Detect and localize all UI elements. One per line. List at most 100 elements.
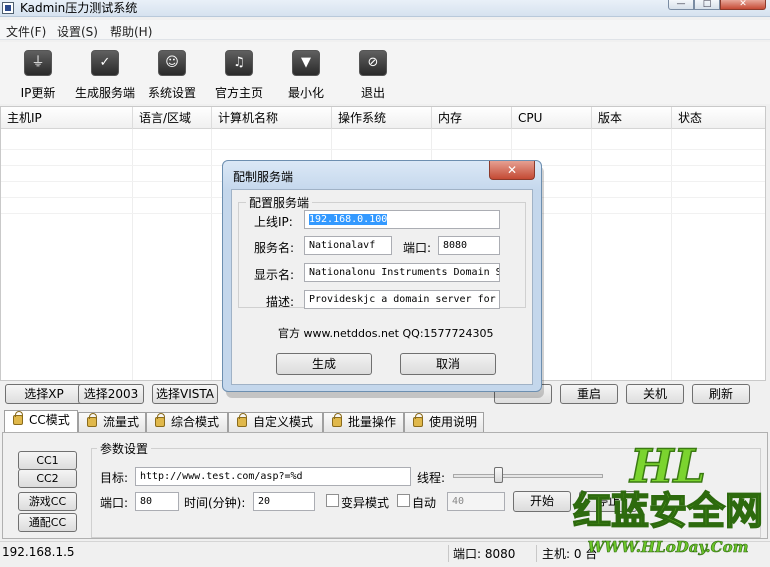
column-host-ip[interactable]: 主机IP [1, 107, 133, 129]
config-group-caption: 配置服务端 [246, 194, 313, 211]
list-header: 主机IP 语言/区域 计算机名称 操作系统 内存 CPU 版本 状态 [1, 107, 765, 129]
shutdown-button[interactable]: 关机 [626, 384, 684, 404]
column-cpu[interactable]: CPU [512, 107, 592, 129]
grid-line [671, 129, 672, 380]
display-label: 显示名: [254, 268, 295, 282]
auto-label: 自动 [412, 496, 437, 510]
menu-settings[interactable]: 设置(S) [57, 23, 98, 40]
target-input[interactable]: http://www.test.com/asp?=%d [135, 467, 411, 486]
tool-label: 系统设置 [147, 86, 196, 100]
tab-label: CC模式 [29, 413, 70, 427]
port-input[interactable]: 8080 [438, 236, 500, 255]
slider-thumb[interactable] [494, 467, 503, 483]
tool-label: 生成服务端 [74, 86, 135, 100]
ip-input[interactable]: 192.168.0.100 [304, 210, 500, 229]
tab-batch[interactable]: 批量操作 [323, 412, 404, 433]
tab-label: 自定义模式 [253, 415, 314, 429]
cc1-button[interactable]: CC1 [18, 451, 77, 470]
column-os[interactable]: 操作系统 [332, 107, 432, 129]
service-label: 服务名: [254, 241, 295, 255]
mutate-checkbox[interactable] [326, 494, 339, 507]
select-xp-button[interactable]: 选择XP [5, 384, 83, 404]
lock-icon [413, 413, 423, 427]
gear-face-icon: ☺ [158, 50, 186, 76]
grid-line [211, 129, 212, 380]
minimize-tool-button[interactable]: ▼ 最小化 [271, 48, 341, 102]
restart-button[interactable]: 重启 [560, 384, 618, 404]
mutate-label: 变异模式 [341, 496, 390, 510]
threads-label: 线程: [417, 471, 446, 485]
service-name-input[interactable]: Nationalavf [304, 236, 392, 255]
column-memory[interactable]: 内存 [432, 107, 512, 129]
tab-label: 综合模式 [171, 415, 220, 429]
menu-file[interactable]: 文件(F) [6, 23, 46, 40]
game-cc-button[interactable]: 游戏CC [18, 492, 77, 511]
cancel-button[interactable]: 取消 [400, 353, 496, 375]
tool-label: IP更新 [20, 86, 56, 100]
tool-label: 官方主页 [214, 86, 263, 100]
close-button[interactable]: ✕ [720, 0, 766, 10]
dialog-title: 配制服务端 [233, 170, 294, 184]
column-computer-name[interactable]: 计算机名称 [212, 107, 332, 129]
tab-help[interactable]: 使用说明 [404, 412, 484, 433]
column-language[interactable]: 语言/区域 [133, 107, 212, 129]
menu-bar: 文件(F) 设置(S) 帮助(H) [0, 20, 770, 40]
lock-icon [155, 413, 165, 427]
tool-label: 退出 [360, 86, 385, 100]
minimize-button[interactable]: — [668, 0, 694, 10]
auto-input[interactable]: 40 [447, 492, 505, 511]
tab-custom[interactable]: 自定义模式 [228, 412, 323, 433]
ip-value: 192.168.0.100 [309, 214, 388, 225]
time-label: 时间(分钟): [184, 496, 246, 510]
homepage-button[interactable]: ♫ 官方主页 [204, 48, 274, 102]
tab-flow[interactable]: 流量式 [78, 412, 146, 433]
grid-line [591, 129, 592, 380]
refresh-button[interactable]: 刷新 [692, 384, 750, 404]
watermark-name: 红蓝安全网 [573, 489, 763, 533]
display-name-input[interactable]: Nationalonu Instruments Domain S [304, 263, 500, 282]
tab-cc-mode[interactable]: CC模式 [4, 410, 78, 433]
params-group-caption: 参数设置 [97, 440, 152, 457]
lock-icon [332, 413, 342, 427]
cc2-button[interactable]: CC2 [18, 469, 77, 488]
ip-update-button[interactable]: ⏚ IP更新 [3, 48, 73, 102]
lock-icon [87, 413, 97, 427]
tool-label: 最小化 [287, 86, 324, 100]
grid-line [132, 129, 133, 380]
description-label: 描述: [266, 295, 295, 309]
target-label: 目标: [100, 471, 129, 485]
lock-icon [237, 413, 247, 427]
arrow-down-icon: ▼ [292, 50, 320, 76]
wildcard-cc-button[interactable]: 通配CC [18, 513, 77, 532]
generate-server-button[interactable]: ✓ 生成服务端 [70, 48, 140, 102]
menu-help[interactable]: 帮助(H) [110, 23, 152, 40]
port-input[interactable]: 80 [135, 492, 179, 511]
column-version[interactable]: 版本 [592, 107, 672, 129]
tab-combined[interactable]: 综合模式 [146, 412, 228, 433]
exit-button[interactable]: ⊘ 退出 [338, 48, 408, 102]
watermark-logo: HL 红蓝安全网 WWW.HLoDay.Com [560, 438, 770, 564]
app-icon [2, 2, 14, 14]
auto-checkbox[interactable] [397, 494, 410, 507]
time-input[interactable]: 20 [253, 492, 315, 511]
dialog-close-button[interactable]: ✕ [489, 161, 535, 180]
maximize-button[interactable]: □ [694, 0, 720, 10]
grid-row-line [1, 149, 765, 150]
configure-server-dialog: 配制服务端 ✕ 配置服务端 上线IP: 192.168.0.100 服务名: N… [222, 160, 542, 392]
status-port: 端口: 8080 [453, 547, 516, 561]
port-label: 端口: [403, 241, 432, 255]
status-separator [536, 545, 537, 562]
description-input[interactable]: Provideskjc a domain server for [304, 290, 500, 309]
window-title: Kadmin压力测试系统 [20, 1, 138, 15]
tab-label: 流量式 [103, 415, 140, 429]
ip-label: 上线IP: [254, 215, 293, 229]
system-settings-button[interactable]: ☺ 系统设置 [137, 48, 207, 102]
generate-button[interactable]: 生成 [276, 353, 372, 375]
tab-label: 使用说明 [429, 415, 478, 429]
status-separator [448, 545, 449, 562]
toolbar: ⏚ IP更新 ✓ 生成服务端 ☺ 系统设置 ♫ 官方主页 ▼ 最小化 ⊘ 退出 [0, 42, 770, 104]
select-vista-button[interactable]: 选择VISTA [152, 384, 218, 404]
monitor-check-icon: ✓ [91, 50, 119, 76]
column-status[interactable]: 状态 [672, 107, 765, 129]
select-2003-button[interactable]: 选择2003 [78, 384, 144, 404]
